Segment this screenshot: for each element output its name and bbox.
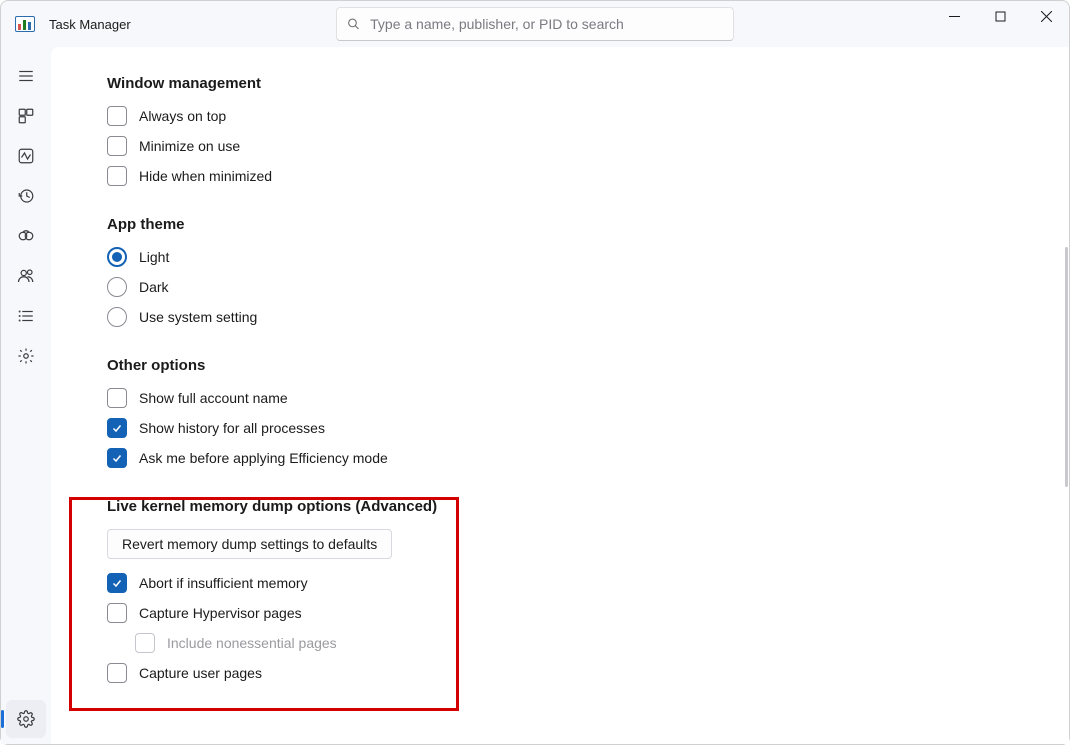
- users-icon: [17, 267, 35, 285]
- opt-abort-insufficient[interactable]: Abort if insufficient memory: [107, 573, 1025, 593]
- nav-startup[interactable]: [6, 217, 46, 255]
- section-title: Other options: [107, 357, 1025, 374]
- opt-label: Capture user pages: [139, 663, 262, 683]
- opt-theme-light[interactable]: Light: [107, 247, 1025, 267]
- opt-label: Show full account name: [139, 388, 288, 408]
- opt-label: Minimize on use: [139, 136, 240, 156]
- checkbox[interactable]: [107, 418, 127, 438]
- checkbox[interactable]: [107, 448, 127, 468]
- opt-label: Light: [139, 247, 169, 267]
- performance-icon: [17, 147, 35, 165]
- section-title: Live kernel memory dump options (Advance…: [107, 498, 1025, 515]
- task-manager-window: Task Manager: [0, 0, 1070, 745]
- nav-users[interactable]: [6, 257, 46, 295]
- opt-label: Abort if insufficient memory: [139, 573, 308, 593]
- close-button[interactable]: [1023, 1, 1069, 31]
- opt-always-on-top[interactable]: Always on top: [107, 106, 1025, 126]
- app-title: Task Manager: [49, 17, 131, 32]
- search-icon: [347, 17, 360, 31]
- opt-capture-hypervisor[interactable]: Capture Hypervisor pages: [107, 603, 1025, 623]
- titlebar: Task Manager: [1, 1, 1069, 47]
- opt-label: Dark: [139, 277, 169, 297]
- checkbox[interactable]: [107, 106, 127, 126]
- nav-services[interactable]: [6, 337, 46, 375]
- section-app-theme: App theme Light Dark Use system setting: [107, 216, 1025, 327]
- opt-theme-system[interactable]: Use system setting: [107, 307, 1025, 327]
- scrollbar-thumb[interactable]: [1065, 247, 1068, 487]
- nav-settings[interactable]: [6, 700, 46, 738]
- section-kernel-dump: Live kernel memory dump options (Advance…: [107, 498, 1025, 683]
- nav-app-history[interactable]: [6, 177, 46, 215]
- search-input[interactable]: [370, 16, 723, 32]
- details-icon: [17, 307, 35, 325]
- opt-include-nonessential: Include nonessential pages: [135, 633, 1025, 653]
- window-controls: [931, 1, 1069, 31]
- services-icon: [17, 347, 35, 365]
- app-icon: [15, 16, 35, 32]
- opt-label: Capture Hypervisor pages: [139, 603, 302, 623]
- opt-show-full-account[interactable]: Show full account name: [107, 388, 1025, 408]
- maximize-button[interactable]: [977, 1, 1023, 31]
- section-title: Window management: [107, 75, 1025, 92]
- sidebar: [1, 47, 51, 744]
- checkbox[interactable]: [107, 573, 127, 593]
- opt-label: Use system setting: [139, 307, 257, 327]
- nav-details[interactable]: [6, 297, 46, 335]
- opt-label: Include nonessential pages: [167, 633, 337, 653]
- search-box[interactable]: [336, 7, 734, 41]
- nav-performance[interactable]: [6, 137, 46, 175]
- opt-ask-efficiency[interactable]: Ask me before applying Efficiency mode: [107, 448, 1025, 468]
- body: Window management Always on top Minimize…: [1, 47, 1069, 744]
- checkbox[interactable]: [107, 663, 127, 683]
- nav-processes[interactable]: [6, 97, 46, 135]
- checkbox[interactable]: [107, 136, 127, 156]
- opt-label: Hide when minimized: [139, 166, 272, 186]
- section-title: App theme: [107, 216, 1025, 233]
- opt-minimize-on-use[interactable]: Minimize on use: [107, 136, 1025, 156]
- opt-label: Always on top: [139, 106, 226, 126]
- settings-icon: [17, 710, 35, 728]
- opt-hide-when-minimized[interactable]: Hide when minimized: [107, 166, 1025, 186]
- opt-label: Ask me before applying Efficiency mode: [139, 448, 388, 468]
- opt-capture-user-pages[interactable]: Capture user pages: [107, 663, 1025, 683]
- radio[interactable]: [107, 307, 127, 327]
- minimize-button[interactable]: [931, 1, 977, 31]
- revert-defaults-button[interactable]: Revert memory dump settings to defaults: [107, 529, 392, 559]
- opt-theme-dark[interactable]: Dark: [107, 277, 1025, 297]
- nav-hamburger[interactable]: [6, 57, 46, 95]
- hamburger-icon: [17, 67, 35, 85]
- processes-icon: [17, 107, 35, 125]
- startup-icon: [17, 227, 35, 245]
- opt-label: Show history for all processes: [139, 418, 325, 438]
- checkbox[interactable]: [107, 166, 127, 186]
- settings-content[interactable]: Window management Always on top Minimize…: [51, 47, 1069, 744]
- section-window-management: Window management Always on top Minimize…: [107, 75, 1025, 186]
- checkbox[interactable]: [107, 388, 127, 408]
- app-history-icon: [17, 187, 35, 205]
- opt-show-history[interactable]: Show history for all processes: [107, 418, 1025, 438]
- radio[interactable]: [107, 277, 127, 297]
- radio[interactable]: [107, 247, 127, 267]
- section-other-options: Other options Show full account name Sho…: [107, 357, 1025, 468]
- checkbox[interactable]: [107, 603, 127, 623]
- checkbox: [135, 633, 155, 653]
